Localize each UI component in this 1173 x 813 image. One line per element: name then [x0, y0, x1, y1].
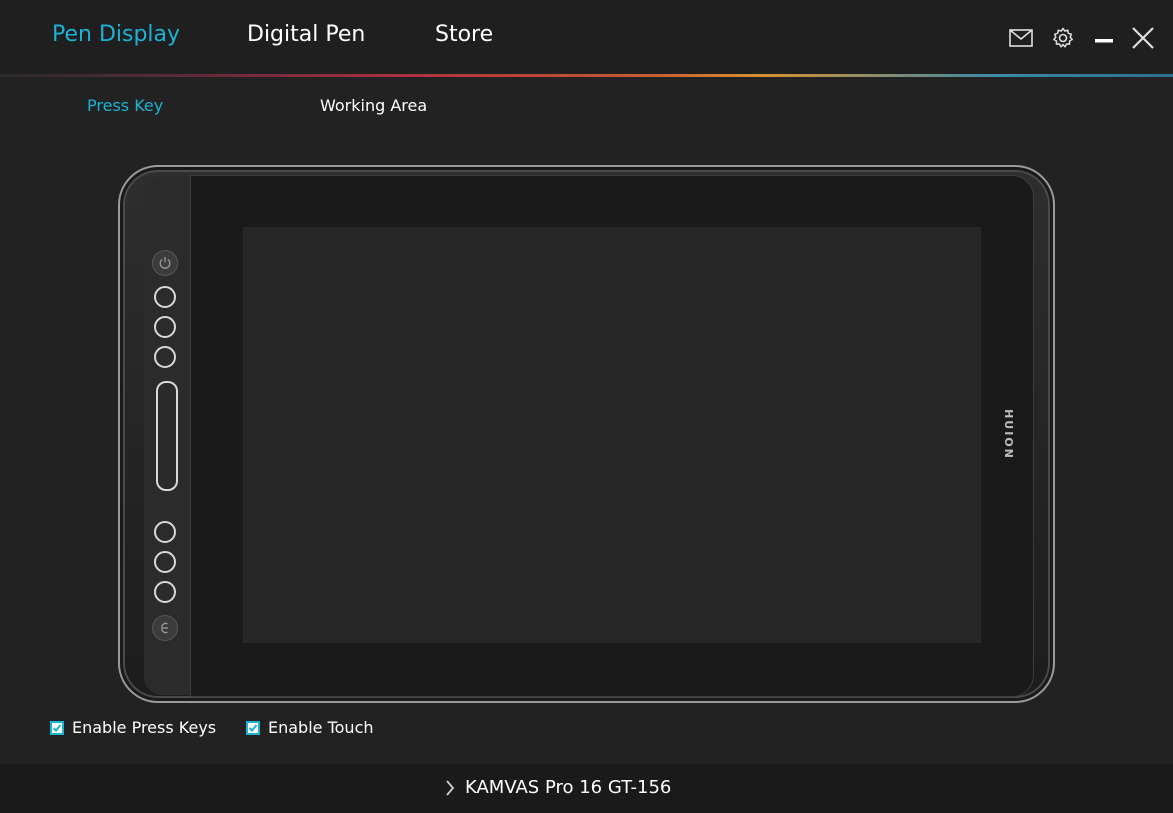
subtab-working-area[interactable]: Working Area: [320, 96, 427, 115]
express-key-6[interactable]: [154, 581, 176, 603]
subtab-press-key[interactable]: Press Key: [87, 96, 163, 115]
express-key-3[interactable]: [154, 346, 176, 368]
brand-logo: HUION: [1001, 408, 1015, 460]
express-key-4[interactable]: [154, 521, 176, 543]
enable-press-keys-checkbox[interactable]: Enable Press Keys: [50, 718, 216, 737]
chevron-right-icon: [446, 779, 455, 796]
mail-icon[interactable]: [1007, 24, 1035, 52]
touch-bar[interactable]: [156, 381, 178, 491]
express-key-5[interactable]: [154, 551, 176, 573]
minimize-icon[interactable]: [1090, 24, 1118, 52]
display-screen: [243, 227, 981, 643]
accent-divider: [0, 74, 1173, 77]
close-icon[interactable]: [1129, 24, 1157, 52]
power-icon: [159, 257, 171, 269]
top-navigation-bar: Pen Display Digital Pen Store: [0, 0, 1173, 74]
checkbox-checked-icon: [246, 720, 260, 735]
switch-key[interactable]: [152, 615, 178, 641]
pen-display-device: HUION: [118, 165, 1055, 703]
tab-digital-pen[interactable]: Digital Pen: [247, 22, 365, 47]
device-name-label: KAMVAS Pro 16 GT-156: [465, 777, 672, 798]
express-key-2[interactable]: [154, 316, 176, 338]
gear-icon[interactable]: [1049, 24, 1077, 52]
checkbox-checked-icon: [50, 720, 64, 735]
tab-pen-display[interactable]: Pen Display: [52, 22, 180, 47]
power-key[interactable]: [152, 250, 178, 276]
express-key-1[interactable]: [154, 286, 176, 308]
device-selector[interactable]: KAMVAS Pro 16 GT-156: [445, 777, 671, 798]
enable-touch-label: Enable Touch: [268, 718, 374, 737]
enable-touch-checkbox[interactable]: Enable Touch: [246, 718, 374, 737]
switch-icon: [161, 622, 168, 634]
express-key-bezel: [144, 177, 191, 695]
enable-press-keys-label: Enable Press Keys: [72, 718, 217, 737]
tab-store[interactable]: Store: [435, 22, 493, 47]
